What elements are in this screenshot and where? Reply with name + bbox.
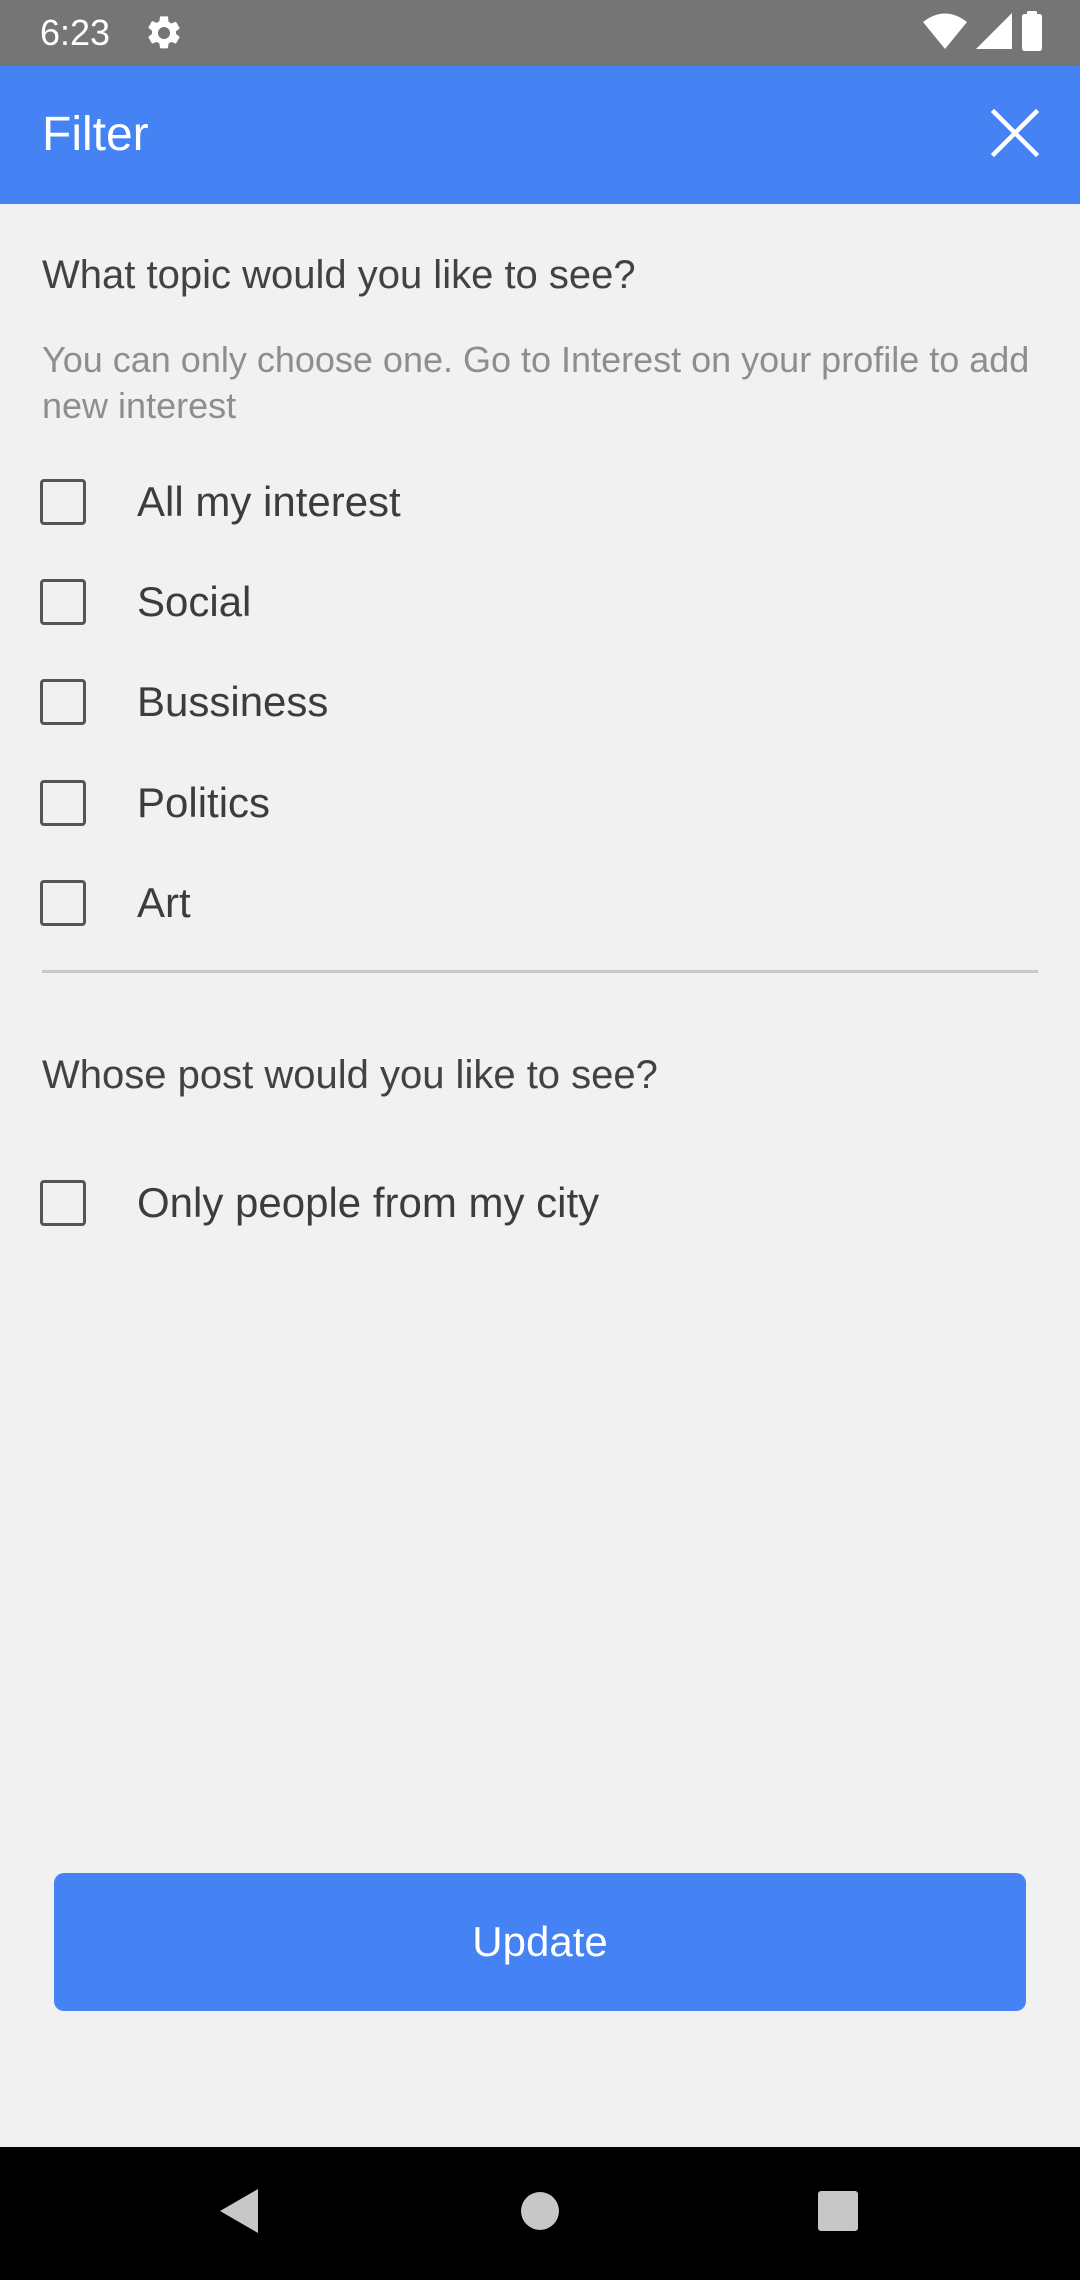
wifi-icon (922, 11, 968, 56)
close-button[interactable] (974, 94, 1056, 176)
app-bar: Filter (0, 66, 1080, 204)
battery-icon (1020, 10, 1044, 56)
topic-section-title: What topic would you like to see? (42, 253, 636, 297)
checkbox[interactable] (40, 1180, 86, 1226)
option-art[interactable]: Art (40, 863, 1040, 943)
option-politics[interactable]: Politics (40, 763, 1040, 843)
status-time: 6:23 (40, 12, 111, 53)
option-label: All my interest (137, 478, 401, 525)
recents-button[interactable] (768, 2147, 908, 2280)
topic-hint: You can only choose one. Go to Interest … (42, 339, 1030, 426)
option-social[interactable]: Social (40, 562, 1040, 642)
checkbox[interactable] (40, 679, 86, 725)
option-all-my-interest[interactable]: All my interest (40, 462, 1040, 542)
home-button[interactable] (470, 2147, 610, 2280)
gear-icon (144, 13, 184, 53)
checkbox[interactable] (40, 780, 86, 826)
close-icon (990, 108, 1040, 163)
home-icon (519, 2190, 561, 2237)
option-label: Only people from my city (137, 1179, 600, 1226)
option-label: Politics (137, 779, 271, 826)
option-label: Social (137, 578, 252, 625)
status-bar: 6:23 (0, 0, 1080, 66)
recents-icon (817, 2190, 859, 2237)
status-icons (922, 10, 1044, 56)
checkbox[interactable] (40, 579, 86, 625)
back-button[interactable] (170, 2147, 310, 2280)
option-label: Art (137, 879, 191, 926)
checkbox[interactable] (40, 479, 86, 525)
signal-icon (974, 11, 1014, 56)
back-icon (218, 2187, 262, 2240)
page-title: Filter (42, 108, 149, 161)
option-only-people-from-my-city[interactable]: Only people from my city (40, 1163, 1040, 1243)
option-label: Bussiness (137, 678, 329, 725)
divider (42, 970, 1038, 973)
update-button[interactable]: Update (54, 1873, 1026, 2011)
checkbox[interactable] (40, 880, 86, 926)
people-section-title: Whose post would you like to see? (42, 1053, 658, 1097)
navigation-bar (0, 2147, 1080, 2280)
option-bussiness[interactable]: Bussiness (40, 662, 1040, 742)
